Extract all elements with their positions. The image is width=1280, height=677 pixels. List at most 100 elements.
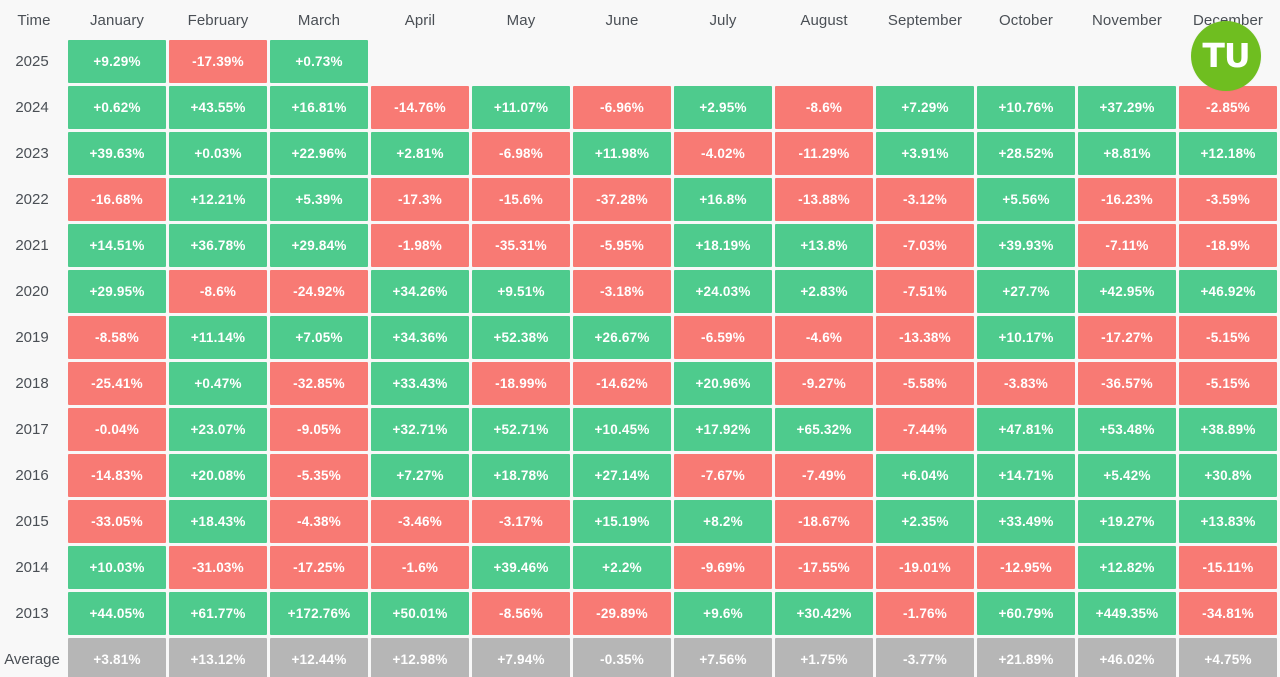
heatmap-cell[interactable]: +16.81%: [270, 86, 368, 129]
heatmap-cell[interactable]: +33.49%: [977, 500, 1075, 543]
heatmap-cell[interactable]: +29.95%: [68, 270, 166, 313]
heatmap-cell[interactable]: -7.03%: [876, 224, 974, 267]
heatmap-cell[interactable]: -9.05%: [270, 408, 368, 451]
heatmap-cell[interactable]: +36.78%: [169, 224, 267, 267]
heatmap-cell[interactable]: -24.92%: [270, 270, 368, 313]
heatmap-cell[interactable]: -18.9%: [1179, 224, 1277, 267]
row-header-2013[interactable]: 2013: [3, 592, 65, 635]
heatmap-cell[interactable]: +11.07%: [472, 86, 570, 129]
heatmap-cell[interactable]: +6.04%: [876, 454, 974, 497]
row-header-2015[interactable]: 2015: [3, 500, 65, 543]
heatmap-cell[interactable]: -16.23%: [1078, 178, 1176, 221]
heatmap-cell[interactable]: +23.07%: [169, 408, 267, 451]
heatmap-cell[interactable]: +8.81%: [1078, 132, 1176, 175]
heatmap-cell[interactable]: -7.49%: [775, 454, 873, 497]
heatmap-cell[interactable]: +65.32%: [775, 408, 873, 451]
row-header-2014[interactable]: 2014: [3, 546, 65, 589]
heatmap-cell[interactable]: +9.29%: [68, 40, 166, 83]
heatmap-cell[interactable]: -15.6%: [472, 178, 570, 221]
heatmap-cell[interactable]: -17.3%: [371, 178, 469, 221]
heatmap-cell[interactable]: +10.76%: [977, 86, 1075, 129]
heatmap-cell[interactable]: +21.89%: [977, 638, 1075, 677]
heatmap-cell[interactable]: +61.77%: [169, 592, 267, 635]
heatmap-cell[interactable]: -17.25%: [270, 546, 368, 589]
heatmap-cell[interactable]: -3.77%: [876, 638, 974, 677]
heatmap-cell[interactable]: -13.38%: [876, 316, 974, 359]
heatmap-cell[interactable]: +50.01%: [371, 592, 469, 635]
column-header-march[interactable]: March: [270, 3, 368, 37]
column-header-june[interactable]: June: [573, 3, 671, 37]
heatmap-cell[interactable]: -8.6%: [775, 86, 873, 129]
heatmap-cell[interactable]: -7.51%: [876, 270, 974, 313]
heatmap-cell[interactable]: +38.89%: [1179, 408, 1277, 451]
heatmap-cell[interactable]: -35.31%: [472, 224, 570, 267]
heatmap-cell[interactable]: +10.17%: [977, 316, 1075, 359]
heatmap-cell[interactable]: +5.56%: [977, 178, 1075, 221]
row-header-average[interactable]: Average: [3, 638, 65, 677]
heatmap-cell[interactable]: +12.18%: [1179, 132, 1277, 175]
heatmap-cell[interactable]: -34.81%: [1179, 592, 1277, 635]
heatmap-cell[interactable]: -4.6%: [775, 316, 873, 359]
heatmap-cell[interactable]: +5.42%: [1078, 454, 1176, 497]
heatmap-cell[interactable]: +39.46%: [472, 546, 570, 589]
heatmap-cell[interactable]: -6.96%: [573, 86, 671, 129]
heatmap-cell[interactable]: -9.69%: [674, 546, 772, 589]
heatmap-cell[interactable]: +18.43%: [169, 500, 267, 543]
heatmap-cell[interactable]: +0.62%: [68, 86, 166, 129]
heatmap-cell[interactable]: +30.8%: [1179, 454, 1277, 497]
heatmap-cell[interactable]: -5.58%: [876, 362, 974, 405]
heatmap-cell[interactable]: -5.35%: [270, 454, 368, 497]
heatmap-cell[interactable]: -3.46%: [371, 500, 469, 543]
heatmap-cell[interactable]: +5.39%: [270, 178, 368, 221]
column-header-may[interactable]: May: [472, 3, 570, 37]
heatmap-cell[interactable]: +60.79%: [977, 592, 1075, 635]
heatmap-cell[interactable]: +30.42%: [775, 592, 873, 635]
heatmap-cell[interactable]: +2.95%: [674, 86, 772, 129]
heatmap-cell[interactable]: +11.14%: [169, 316, 267, 359]
row-header-2022[interactable]: 2022: [3, 178, 65, 221]
heatmap-cell[interactable]: +13.8%: [775, 224, 873, 267]
heatmap-cell[interactable]: +46.02%: [1078, 638, 1176, 677]
heatmap-cell[interactable]: +19.27%: [1078, 500, 1176, 543]
heatmap-cell[interactable]: -25.41%: [68, 362, 166, 405]
heatmap-cell[interactable]: -4.38%: [270, 500, 368, 543]
row-header-2024[interactable]: 2024: [3, 86, 65, 129]
heatmap-cell[interactable]: -2.85%: [1179, 86, 1277, 129]
heatmap-cell[interactable]: -11.29%: [775, 132, 873, 175]
heatmap-cell[interactable]: +14.51%: [68, 224, 166, 267]
heatmap-cell[interactable]: +3.81%: [68, 638, 166, 677]
heatmap-cell[interactable]: +33.43%: [371, 362, 469, 405]
heatmap-cell[interactable]: -15.11%: [1179, 546, 1277, 589]
heatmap-cell[interactable]: +27.14%: [573, 454, 671, 497]
heatmap-cell[interactable]: +26.67%: [573, 316, 671, 359]
heatmap-cell[interactable]: -17.55%: [775, 546, 873, 589]
heatmap-cell[interactable]: +34.26%: [371, 270, 469, 313]
heatmap-cell[interactable]: +52.38%: [472, 316, 570, 359]
heatmap-cell[interactable]: -31.03%: [169, 546, 267, 589]
heatmap-cell[interactable]: +29.84%: [270, 224, 368, 267]
heatmap-cell[interactable]: -32.85%: [270, 362, 368, 405]
heatmap-cell[interactable]: +7.56%: [674, 638, 772, 677]
row-header-2025[interactable]: 2025: [3, 40, 65, 83]
heatmap-cell[interactable]: +52.71%: [472, 408, 570, 451]
heatmap-cell[interactable]: +12.82%: [1078, 546, 1176, 589]
heatmap-cell[interactable]: +17.92%: [674, 408, 772, 451]
heatmap-cell[interactable]: -7.67%: [674, 454, 772, 497]
heatmap-cell[interactable]: -5.95%: [573, 224, 671, 267]
heatmap-cell[interactable]: -9.27%: [775, 362, 873, 405]
heatmap-cell[interactable]: +12.21%: [169, 178, 267, 221]
heatmap-cell[interactable]: -17.39%: [169, 40, 267, 83]
heatmap-cell[interactable]: +0.73%: [270, 40, 368, 83]
heatmap-cell[interactable]: -14.83%: [68, 454, 166, 497]
heatmap-cell[interactable]: +7.94%: [472, 638, 570, 677]
heatmap-cell[interactable]: -14.62%: [573, 362, 671, 405]
heatmap-cell[interactable]: -13.88%: [775, 178, 873, 221]
heatmap-cell[interactable]: -8.56%: [472, 592, 570, 635]
heatmap-cell[interactable]: +15.19%: [573, 500, 671, 543]
heatmap-cell[interactable]: +10.03%: [68, 546, 166, 589]
heatmap-cell[interactable]: -3.59%: [1179, 178, 1277, 221]
heatmap-cell[interactable]: -16.68%: [68, 178, 166, 221]
heatmap-cell[interactable]: +39.63%: [68, 132, 166, 175]
heatmap-cell[interactable]: +37.29%: [1078, 86, 1176, 129]
heatmap-cell[interactable]: +0.47%: [169, 362, 267, 405]
